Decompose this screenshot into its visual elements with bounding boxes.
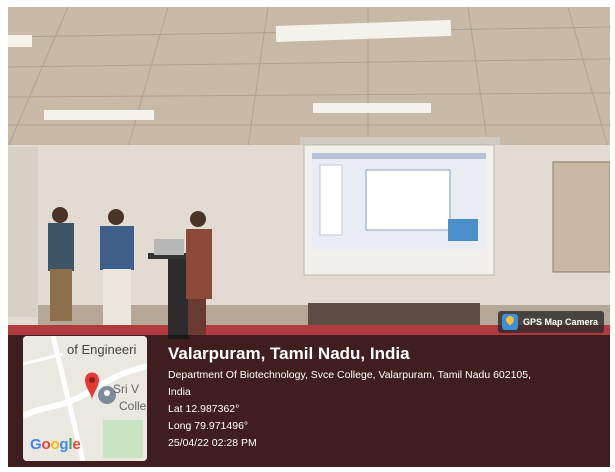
google-logo: Google xyxy=(30,436,81,453)
map-pin-icon xyxy=(501,314,518,330)
map-thumbnail: of Engineeri Sri V Colle Google xyxy=(23,336,147,461)
address-line-2: India xyxy=(168,386,191,398)
badge-label: GPS Map Camera xyxy=(522,317,598,327)
map-label-college-top: of Engineeri xyxy=(67,342,137,357)
map-label-college-low: Colle xyxy=(119,399,147,413)
address-line-1: Department Of Biotechnology, Svce Colleg… xyxy=(168,369,532,381)
gps-map-camera-badge: GPS Map Camera xyxy=(497,311,604,333)
place-title: Valarpuram, Tamil Nadu, India xyxy=(168,344,410,363)
longitude-text: Long 79.971496° xyxy=(168,420,249,432)
datetime-text: 25/04/22 02:28 PM xyxy=(168,437,257,449)
latitude-text: Lat 12.987362° xyxy=(168,403,240,415)
location-info: Valarpuram, Tamil Nadu, India Department… xyxy=(168,344,608,451)
map-label-college-mid: Sri V xyxy=(113,382,140,396)
photo-frame: GPS Map Camera of Engineeri Sri V Colle … xyxy=(8,7,610,467)
